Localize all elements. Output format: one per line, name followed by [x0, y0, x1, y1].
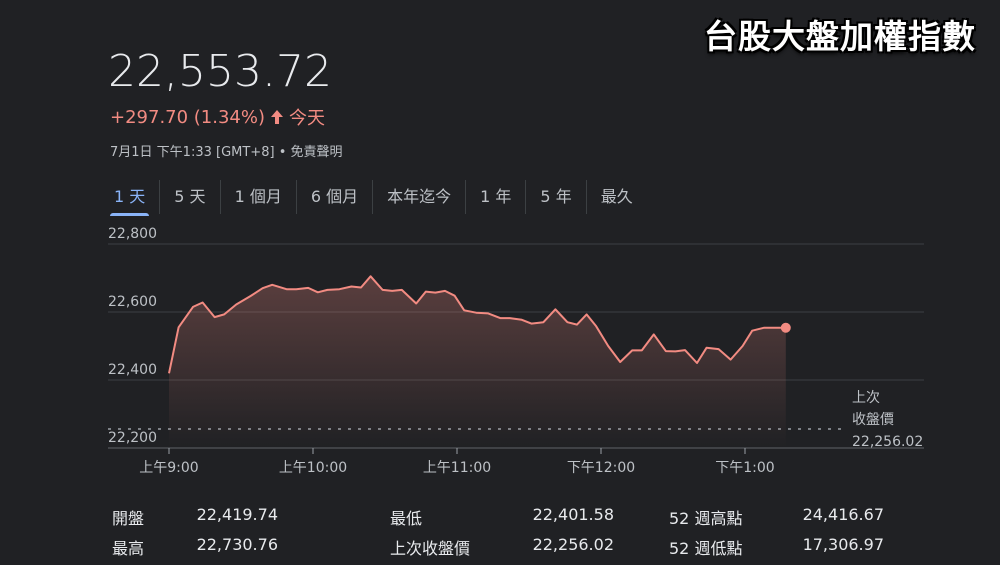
- y-tick-label: 22,800: [108, 226, 157, 242]
- stats-table: 開盤 22,419.74 最高 22,730.76 最低 22,401.58 上…: [0, 505, 1000, 565]
- high-value: 22,730.76: [196, 535, 278, 554]
- high52-value: 24,416.67: [802, 505, 884, 524]
- previous-close-label: 22,256.02: [852, 434, 923, 450]
- open-value: 22,419.74: [196, 505, 278, 524]
- low52-value: 17,306.97: [802, 535, 884, 554]
- price-chart[interactable]: 22,800 22,600 22,400 22,200 上午9:00 上午10:00 上午1…: [0, 0, 1000, 480]
- y-tick-label: 22,200: [108, 430, 157, 446]
- x-tick-label: 上午11:00: [423, 460, 491, 476]
- high52-label: 52 週高點: [669, 509, 743, 528]
- x-tick-label: 上午9:00: [139, 460, 198, 476]
- low-label: 最低: [390, 509, 423, 528]
- y-tick-label: 22,600: [108, 294, 157, 310]
- prev-close-value: 22,256.02: [532, 535, 614, 554]
- y-tick-label: 22,400: [108, 362, 157, 378]
- prev-close-label: 上次收盤價: [390, 539, 471, 558]
- current-price-dot: [780, 322, 791, 333]
- high-label: 最高: [112, 539, 145, 558]
- x-tick-label: 上午10:00: [279, 460, 347, 476]
- price-area-fill: [169, 276, 786, 448]
- low52-label: 52 週低點: [669, 539, 743, 558]
- low-value: 22,401.58: [532, 505, 614, 524]
- previous-close-label: 收盤價: [852, 411, 894, 428]
- x-tick-label: 下午1:00: [715, 460, 774, 476]
- x-tick-label: 下午12:00: [567, 460, 635, 476]
- open-label: 開盤: [112, 509, 145, 528]
- previous-close-label: 上次: [852, 390, 880, 406]
